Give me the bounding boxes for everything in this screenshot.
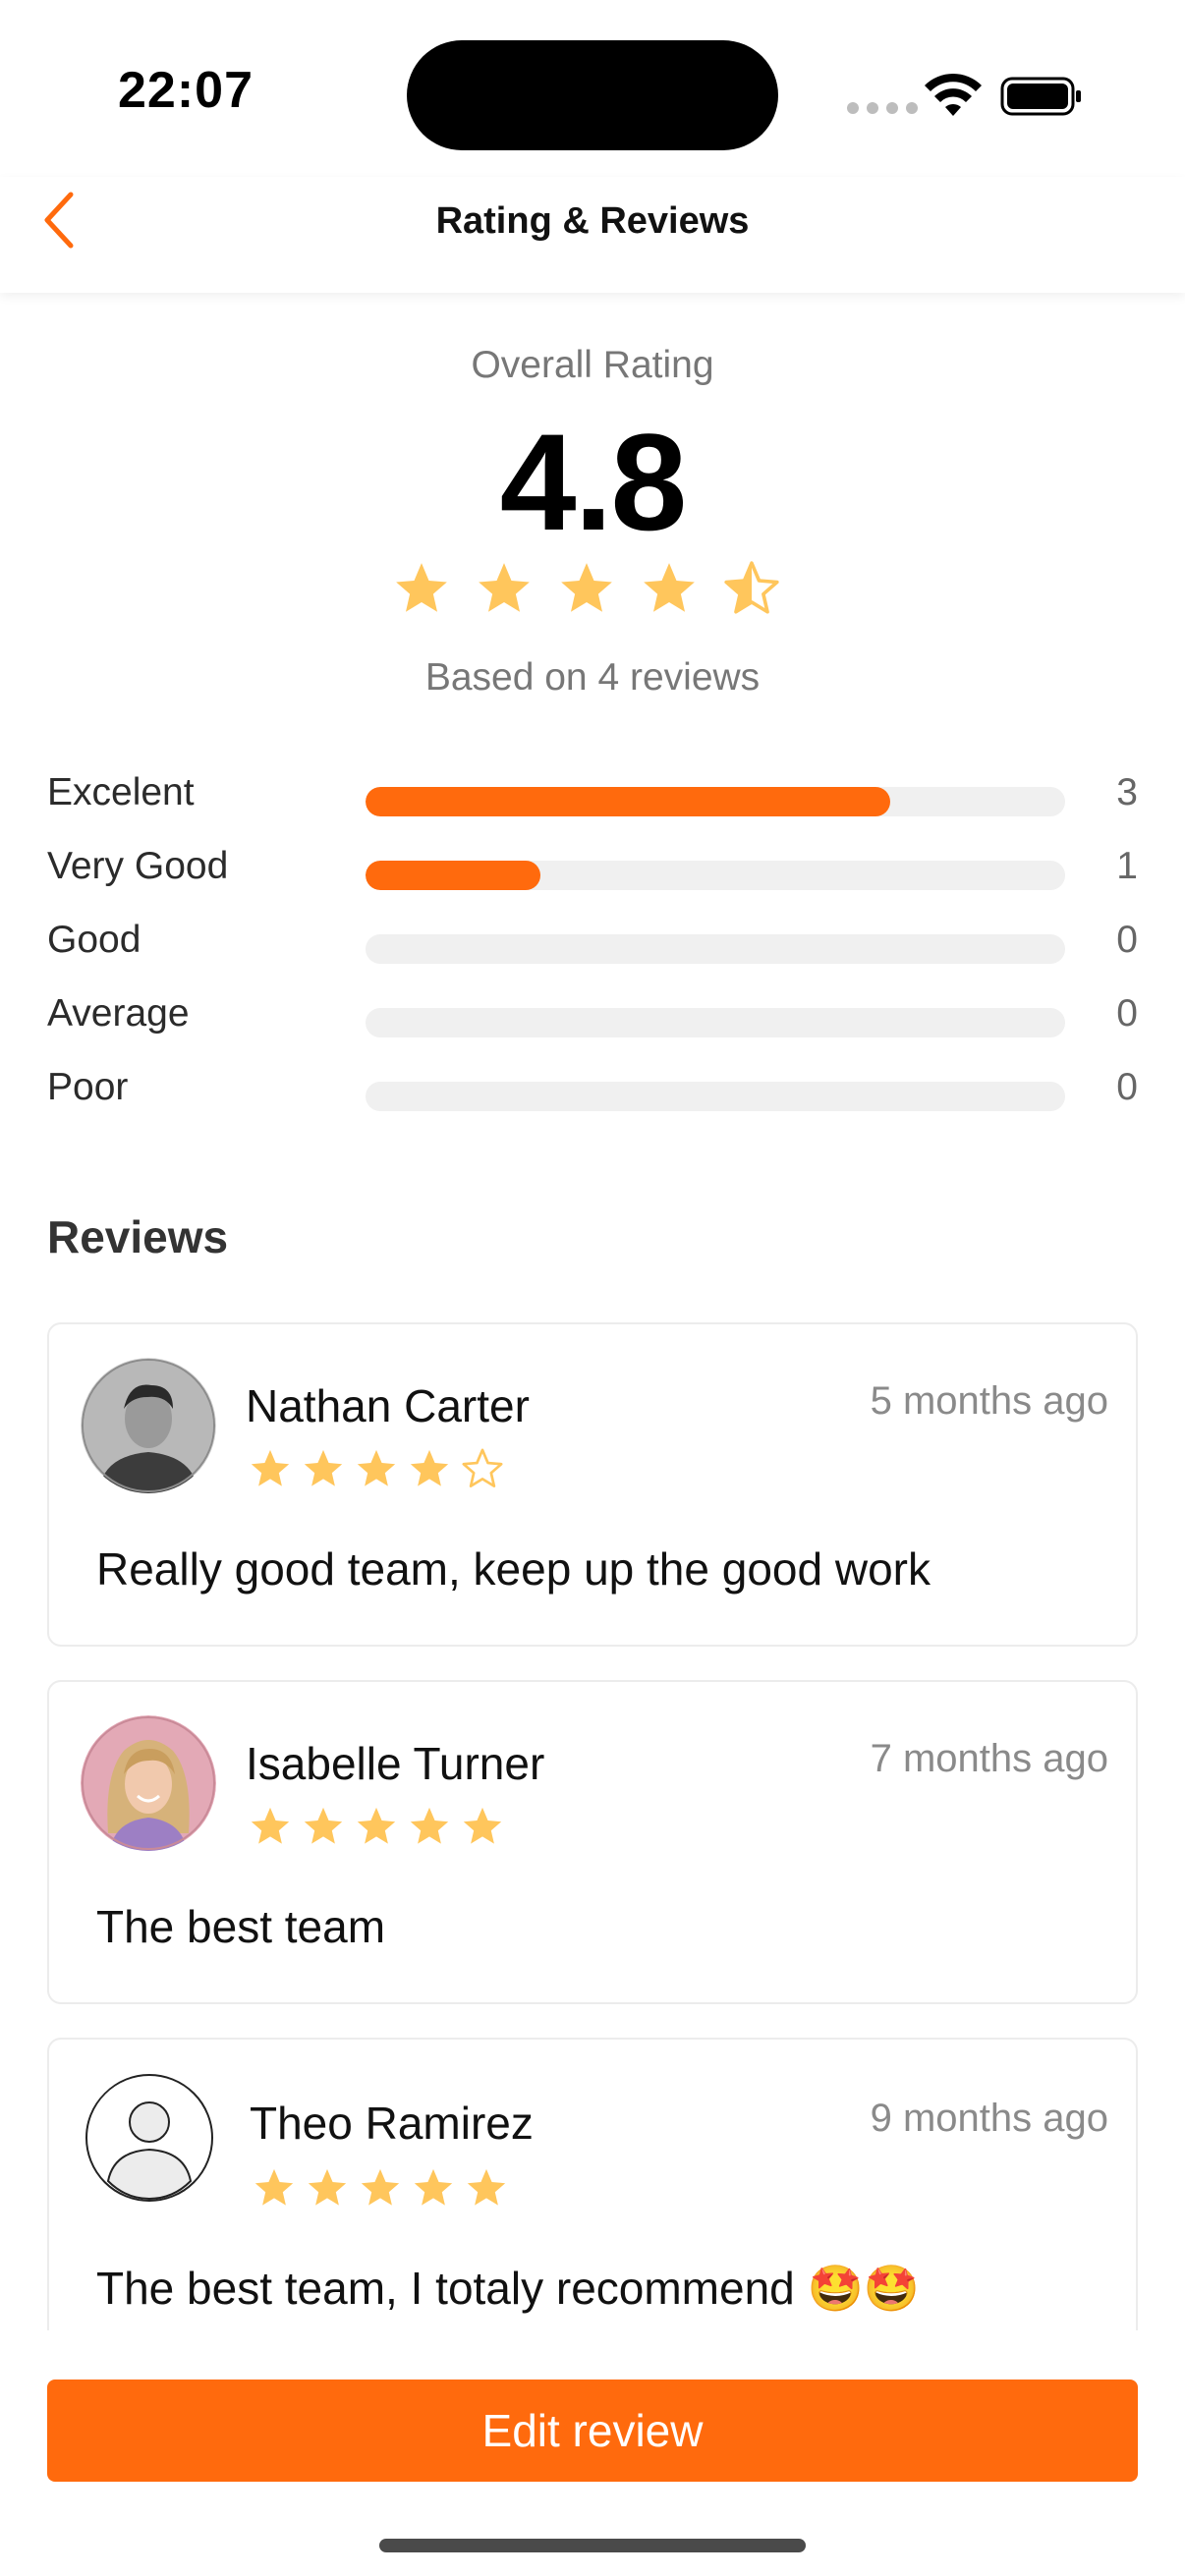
review-card: Nathan Carter 5 months ago Really good t… <box>47 1322 1138 1647</box>
distribution-label: Excelent <box>47 771 195 813</box>
battery-icon <box>1000 77 1081 116</box>
star-filled-icon <box>396 563 447 612</box>
star-filled-icon <box>463 1807 502 1844</box>
distribution-fill <box>366 861 540 890</box>
star-filled-icon <box>357 1807 396 1844</box>
reviewer-name: Theo Ramirez <box>250 2098 534 2149</box>
review-date: 9 months ago <box>870 2097 1108 2140</box>
reviews-section-title: Reviews <box>47 1211 229 1262</box>
review-text: Really good team, keep up the good work <box>96 1543 931 1595</box>
distribution-track <box>366 934 1065 964</box>
review-count-text: Based on 4 reviews <box>424 656 761 699</box>
distribution-count: 1 <box>1116 845 1138 887</box>
review-date: 5 months ago <box>870 1379 1108 1423</box>
dynamic-island <box>407 40 778 150</box>
star-filled-icon <box>410 1449 449 1486</box>
distribution-count: 0 <box>1116 919 1138 961</box>
star-filled-icon <box>308 2168 347 2206</box>
overall-rating-label: Overall Rating <box>471 344 714 386</box>
reviewer-name: Isabelle Turner <box>246 1738 545 1789</box>
default-user-icon <box>85 2073 220 2209</box>
distribution-row: Very Good 1 <box>47 845 1138 919</box>
star-filled-icon <box>251 1807 290 1844</box>
star-filled-icon <box>254 2168 294 2206</box>
star-filled-icon <box>467 2168 506 2206</box>
navigation-header: Rating & Reviews <box>0 177 1185 293</box>
star-filled-icon <box>251 1449 290 1486</box>
review-stars <box>252 2165 509 2211</box>
distribution-row: Excelent 3 <box>47 771 1138 845</box>
star-filled-icon <box>361 2168 400 2206</box>
review-stars <box>248 1446 505 1491</box>
star-filled-icon <box>357 1449 396 1486</box>
review-card: Isabelle Turner 7 months ago The best te… <box>47 1680 1138 2004</box>
reviews-list[interactable]: Nathan Carter 5 months ago Really good t… <box>0 1316 1185 2330</box>
page-title: Rating & Reviews <box>435 200 750 242</box>
distribution-fill <box>366 787 890 816</box>
star-filled-icon <box>304 1449 343 1486</box>
star-filled-icon <box>561 563 612 612</box>
distribution-count: 3 <box>1116 771 1138 813</box>
review-date: 7 months ago <box>870 1737 1108 1780</box>
review-card: Theo Ramirez 9 months ago The best team,… <box>47 2038 1138 2330</box>
status-time: 22:07 <box>118 62 254 119</box>
distribution-row: Average 0 <box>47 992 1138 1066</box>
reviewer-name: Nathan Carter <box>246 1380 530 1431</box>
distribution-label: Good <box>47 919 141 961</box>
rating-distribution: Excelent 3 Very Good 1 Good 0 Average 0 … <box>47 771 1138 1140</box>
distribution-track <box>366 1008 1065 1037</box>
review-stars <box>248 1804 505 1849</box>
overall-stars <box>391 558 782 619</box>
distribution-label: Very Good <box>47 845 229 887</box>
review-text: The best team <box>96 1901 386 1952</box>
star-filled-icon <box>479 563 530 612</box>
home-indicator <box>379 2539 806 2552</box>
distribution-track <box>366 861 1065 890</box>
distribution-track <box>366 787 1065 816</box>
overall-rating-value: 4.8 <box>499 405 688 559</box>
distribution-track <box>366 1082 1065 1111</box>
review-text: The best team, I totaly recommend 🤩🤩 <box>96 2263 921 2314</box>
photo-woman-icon <box>81 1715 216 1851</box>
star-filled-icon <box>304 1807 343 1844</box>
star-empty-icon <box>462 1448 503 1487</box>
star-filled-icon <box>410 1807 449 1844</box>
distribution-count: 0 <box>1116 992 1138 1035</box>
star-filled-icon <box>644 563 695 612</box>
star-half-icon <box>724 561 779 614</box>
status-bar: 22:07 <box>0 0 1185 177</box>
photo-man-icon <box>81 1358 216 1493</box>
distribution-label: Average <box>47 992 190 1035</box>
distribution-row: Poor 0 <box>47 1066 1138 1140</box>
distribution-count: 0 <box>1116 1066 1138 1108</box>
distribution-label: Poor <box>47 1066 129 1108</box>
cellular-signal-icon <box>847 102 918 114</box>
distribution-row: Good 0 <box>47 919 1138 992</box>
star-filled-icon <box>414 2168 453 2206</box>
edit-review-button[interactable]: Edit review <box>47 2380 1138 2482</box>
wifi-icon <box>925 73 982 116</box>
